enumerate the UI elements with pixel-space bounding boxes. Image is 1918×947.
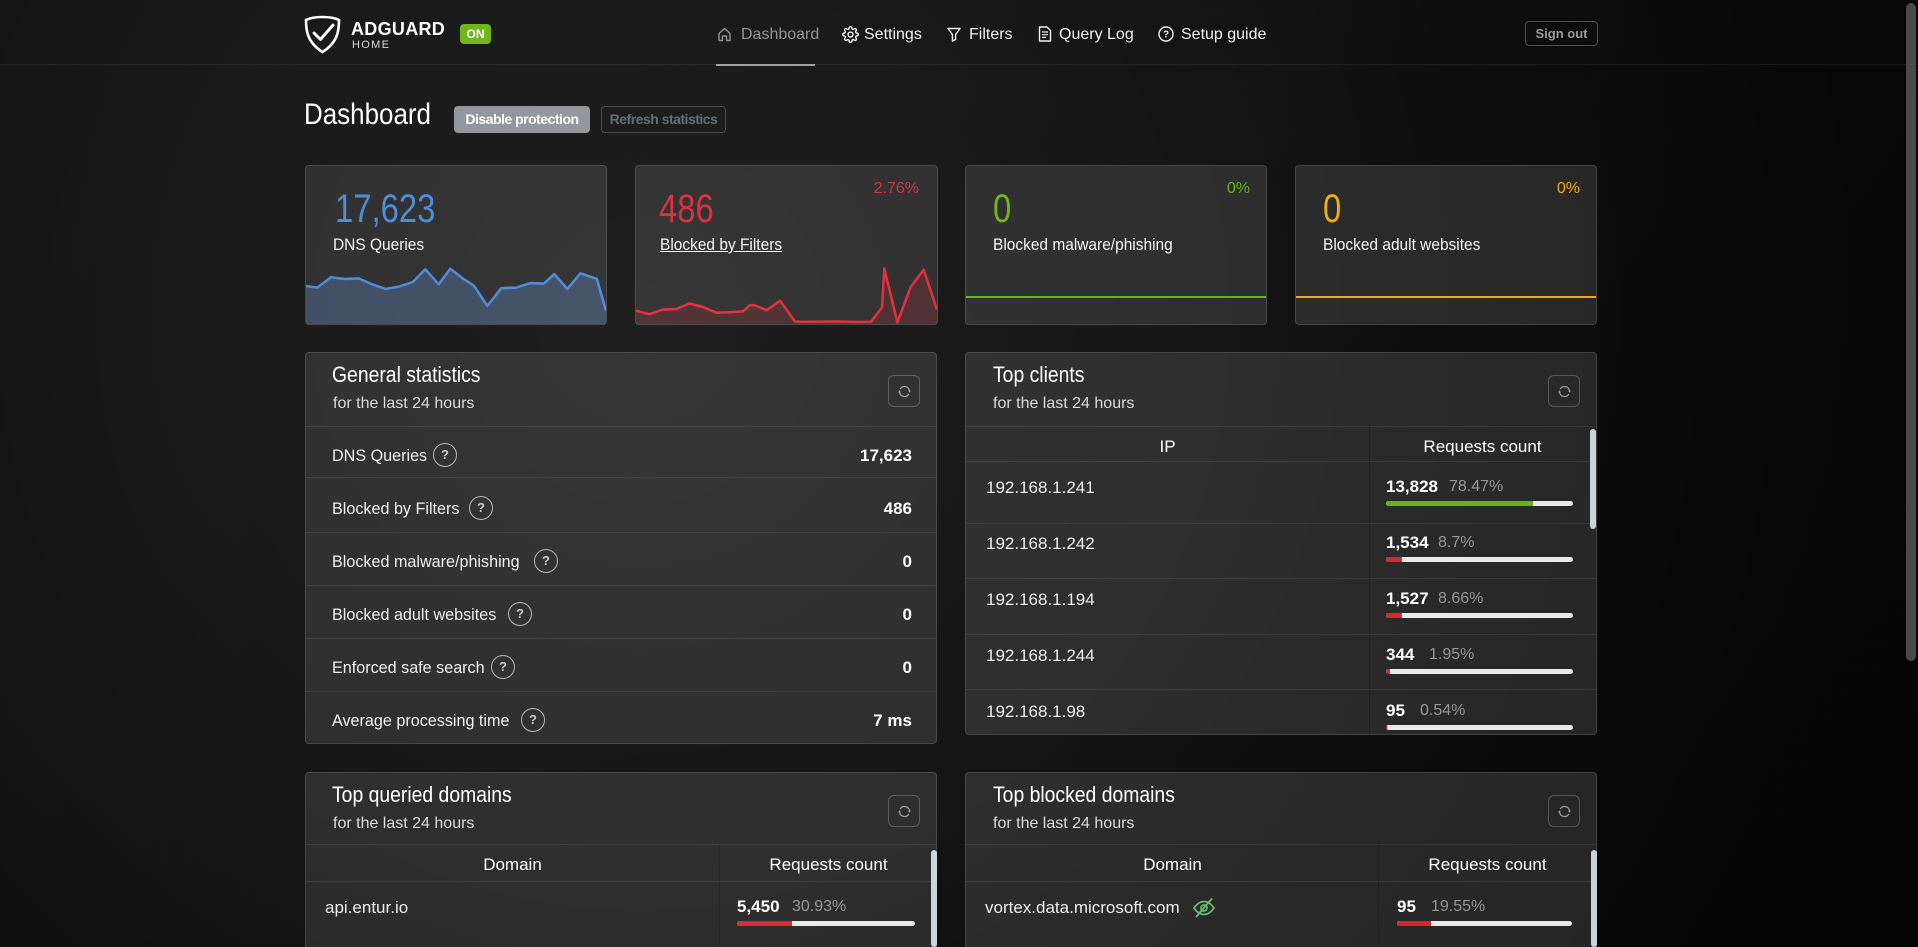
svg-text:?: ? (1163, 30, 1169, 41)
